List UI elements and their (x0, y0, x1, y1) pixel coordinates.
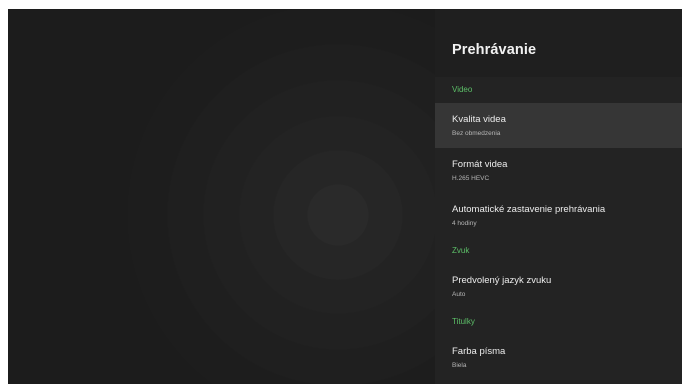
setting-video-quality[interactable]: Kvalita videa Bez obmedzenia (435, 103, 682, 148)
section-label: Zvuk (452, 246, 470, 255)
section-header-audio: Zvuk (435, 238, 682, 264)
setting-value: Biela (452, 362, 467, 369)
background-concentric-pattern (8, 9, 435, 384)
setting-title: Formát videa (452, 159, 508, 170)
section-label: Video (452, 85, 473, 94)
setting-value: H.265 HEVC (452, 175, 490, 182)
setting-auto-stop-playback[interactable]: Automatické zastavenie prehrávania 4 hod… (435, 193, 682, 238)
panel-title: Prehrávanie (452, 42, 537, 58)
setting-title: Automatické zastavenie prehrávania (452, 204, 606, 215)
setting-value: Auto (452, 291, 466, 298)
settings-panel: Prehrávanie Video Kvalita videa Bez obme… (435, 9, 682, 384)
setting-default-audio-language[interactable]: Predvolený jazyk zvuku Auto (435, 264, 682, 309)
setting-value: 4 hodiny (452, 220, 477, 227)
setting-title: Kvalita videa (452, 114, 506, 125)
section-label: Titulky (452, 317, 475, 326)
section-header-subtitles: Titulky (435, 309, 682, 335)
setting-font-color[interactable]: Farba písma Biela (435, 335, 682, 380)
tv-screen: Prehrávanie Video Kvalita videa Bez obme… (8, 9, 682, 384)
setting-value: Bez obmedzenia (452, 130, 501, 137)
setting-title: Farba písma (452, 346, 506, 357)
setting-video-format[interactable]: Formát videa H.265 HEVC (435, 148, 682, 193)
section-header-video: Video (435, 77, 682, 103)
panel-header: Prehrávanie (435, 9, 682, 77)
setting-title: Predvolený jazyk zvuku (452, 275, 552, 286)
